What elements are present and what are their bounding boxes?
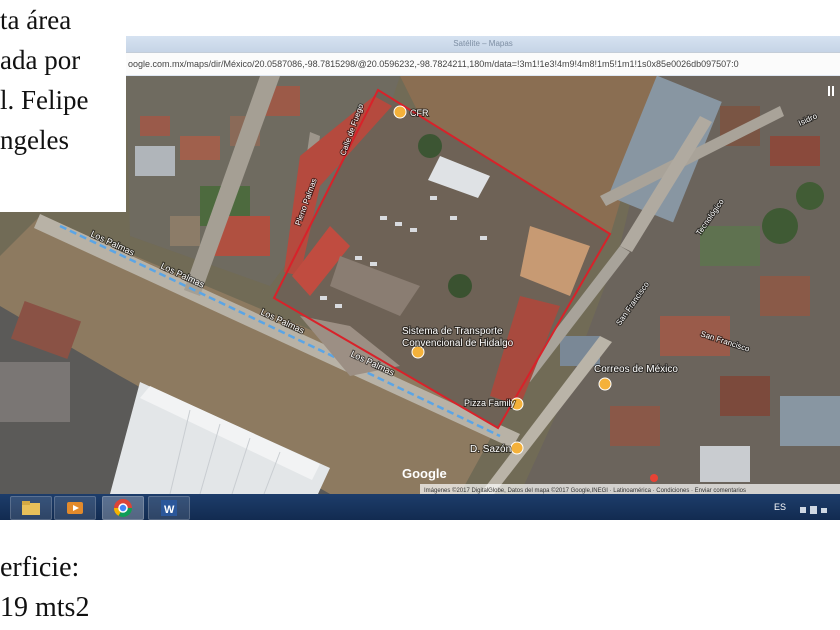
- caption-line-3: l. Felipe: [0, 85, 89, 115]
- svg-text:Pizza Family: Pizza Family: [464, 398, 516, 408]
- chrome-icon[interactable]: [102, 496, 144, 520]
- pin-marker[interactable]: [650, 474, 658, 482]
- caption-line-4: ngeles: [0, 125, 69, 155]
- system-tray[interactable]: [800, 502, 830, 514]
- svg-text:Sistema de Transporte: Sistema de Transporte: [402, 326, 503, 337]
- language-indicator[interactable]: ES: [774, 494, 786, 520]
- caption-line-2: ada por: [0, 45, 81, 75]
- surface-text: erficie: 19 mts2: [0, 548, 89, 628]
- surface-value: 19 mts2: [0, 592, 90, 623]
- taskbar: W ES: [0, 494, 840, 520]
- word-icon[interactable]: W: [148, 496, 190, 520]
- file-explorer-icon[interactable]: [10, 496, 52, 520]
- media-player-icon[interactable]: [54, 496, 96, 520]
- caption-line-1: ta área: [0, 5, 72, 35]
- svg-text:W: W: [164, 504, 175, 516]
- caption-text: ta área ada por l. Felipe ngeles: [0, 0, 126, 212]
- map-attribution: Imágenes ©2017 DigitalGlobe, Datos del m…: [424, 487, 746, 494]
- address-bar[interactable]: oogle.com.mx/maps/dir/México/20.0587086,…: [126, 52, 840, 75]
- satellite-map[interactable]: CFR Sistema de Transporte Convencional d…: [0, 76, 840, 494]
- window-title: Satélite – Mapas: [126, 36, 840, 52]
- svg-text:Convencional de Hidalgo: Convencional de Hidalgo: [402, 338, 514, 349]
- svg-text:CFR: CFR: [410, 108, 429, 118]
- svg-text:D. Sazón: D. Sazón: [470, 444, 511, 455]
- cfr-marker[interactable]: CFR: [393, 105, 430, 119]
- svg-text:Correos de México: Correos de México: [594, 364, 678, 375]
- google-logo: Google: [402, 466, 447, 481]
- surface-label: erficie:: [0, 552, 80, 583]
- sazon-marker[interactable]: D. Sazón: [469, 441, 524, 456]
- browser-window: Satélite – Mapas oogle.com.mx/maps/dir/M…: [126, 36, 840, 77]
